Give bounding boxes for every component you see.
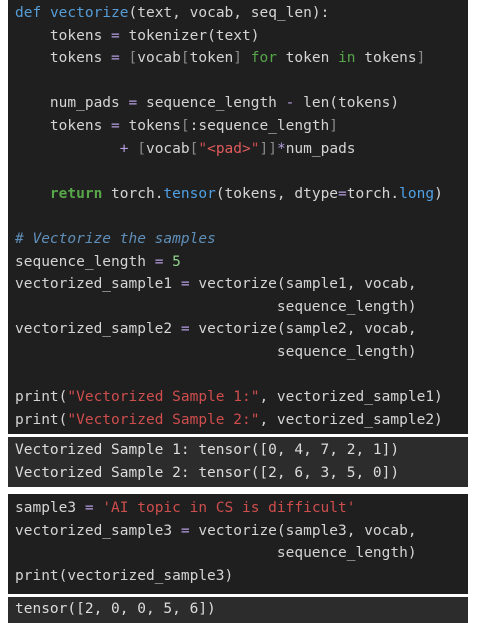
fn-name: vectorize: [49, 5, 129, 21]
code-line-15: vectorized_sample2 = vectorize(sample2, …: [15, 321, 417, 338]
code-line-19: print("Vectorized Sample 2:", vectorized…: [15, 411, 443, 428]
output-line-2: Vectorized Sample 2: tensor([2, 6, 3, 5,…: [15, 464, 400, 481]
output-line-1: Vectorized Sample 1: tensor([0, 4, 7, 2,…: [15, 442, 400, 458]
code-cell-2[interactable]: sample3 = 'AI topic in CS is difficult' …: [8, 494, 468, 594]
code-line-16: sequence_length): [15, 343, 417, 360]
code-line-7: + [vocab["<pad>"]]*num_pads: [119, 140, 356, 157]
code-line-20: sample3 = 'AI topic in CS is difficult': [15, 500, 356, 516]
code-line-21: vectorized_sample3 = vectorize(sample3, …: [15, 522, 417, 539]
code-line-11: # Vectorize the samples: [15, 230, 216, 247]
code-line-6: tokens = tokens[:sequence_length]: [15, 117, 339, 134]
code-line-13: vectorized_sample1 = vectorize(sample1, …: [15, 276, 417, 293]
code-line-3: tokens = [vocab[token] for token in toke…: [15, 50, 426, 67]
code-line-9: return torch.tensor(tokens, dtype=torch.…: [49, 185, 443, 202]
code-line-1: def vectorize(text, vocab, seq_len):: [15, 5, 330, 21]
code-line-5: num_pads = sequence_length - len(tokens): [15, 95, 400, 112]
code-line-14: sequence_length): [15, 298, 417, 315]
code-line-22: sequence_length): [15, 545, 417, 562]
code-line-18: print("Vectorized Sample 1:", vectorized…: [15, 389, 443, 406]
output-cell-2: tensor([2, 0, 0, 5, 6]): [8, 597, 468, 623]
code-cell-1[interactable]: def vectorize(text, vocab, seq_len): tok…: [8, 0, 468, 434]
code-line-2: tokens = tokenizer(text): [15, 27, 260, 44]
code-line-23: print(vectorized_sample3): [15, 567, 234, 584]
code-line-12: sequence_length = 5: [15, 253, 181, 270]
output-line-3: tensor([2, 0, 0, 5, 6]): [15, 601, 216, 617]
output-cell-1: Vectorized Sample 1: tensor([0, 4, 7, 2,…: [8, 437, 468, 487]
